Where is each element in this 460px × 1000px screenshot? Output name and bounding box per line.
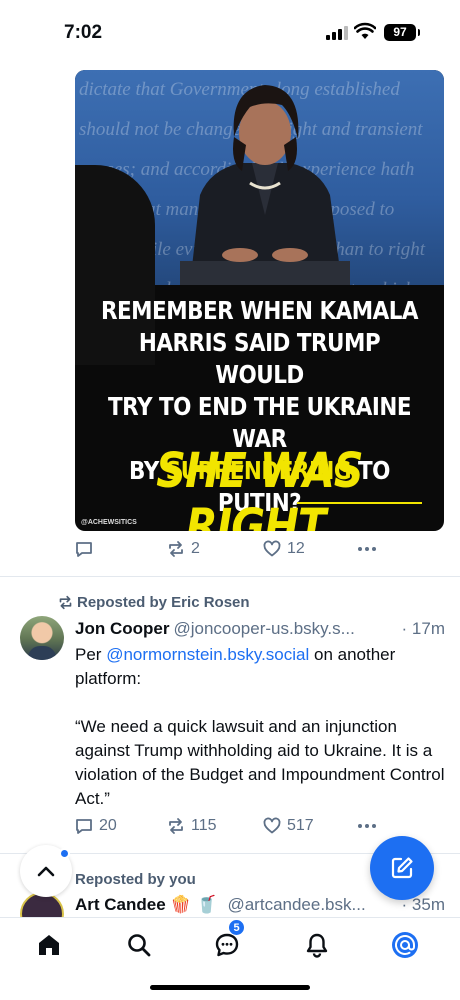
punchline-underline: [297, 502, 422, 504]
reply-button[interactable]: 20: [75, 817, 117, 835]
repost-label: Reposted by Eric Rosen: [77, 594, 250, 611]
compose-button[interactable]: [370, 836, 434, 900]
reply-icon: [76, 542, 92, 557]
like-button[interactable]: 517: [263, 817, 314, 835]
image-punchline: SHE WAS RIGHT.: [156, 443, 363, 531]
more-dots-icon: [358, 824, 376, 828]
compose-icon: [391, 857, 413, 879]
repost-indicator[interactable]: Reposted by you: [75, 871, 196, 888]
author-name[interactable]: Jon Cooper: [75, 619, 169, 638]
repost-indicator[interactable]: Reposted by Eric Rosen: [58, 594, 250, 611]
search-icon: [128, 934, 151, 957]
like-count: 517: [287, 817, 314, 834]
repost-label: Reposted by you: [75, 871, 196, 888]
repost-icon: [59, 595, 72, 610]
heart-icon: [263, 817, 281, 834]
post-time: · 17m: [401, 619, 445, 638]
post-image[interactable]: dictate that Governments long establishe…: [75, 70, 444, 531]
repost-icon: [169, 818, 183, 834]
reply-icon: [76, 819, 92, 834]
tab-search[interactable]: [122, 928, 156, 962]
home-indicator: [150, 985, 310, 990]
new-posts-dot: [59, 848, 70, 859]
avatar[interactable]: [20, 616, 64, 660]
tab-home[interactable]: [32, 928, 66, 962]
post-header: Jon Cooper @joncooper-us.bsky.s... · 17m: [75, 619, 445, 639]
speaker-figure: [180, 85, 350, 285]
cellular-signal-icon: [326, 26, 348, 40]
more-options-button[interactable]: [357, 540, 377, 558]
feed-divider: [0, 576, 460, 577]
tab-notifications[interactable]: [300, 928, 334, 962]
chevron-up-icon: [37, 866, 55, 877]
heart-icon: [263, 540, 281, 557]
post-header: Art Candee 🍿 🥤 @artcandee.bsk... · 35m: [75, 895, 445, 915]
post-actions: 20 115 517: [75, 817, 377, 841]
image-credit: @ACHEWSITICS: [81, 519, 137, 526]
repost-button[interactable]: 2: [167, 540, 200, 558]
repost-icon: [169, 541, 183, 557]
like-button[interactable]: 12: [263, 540, 305, 558]
author-handle[interactable]: @artcandee.bsk...: [227, 895, 365, 914]
reply-button[interactable]: [75, 540, 93, 558]
status-bar: 7:02 97: [0, 0, 460, 62]
post-actions: 2 12: [75, 540, 377, 564]
notifications-badge: 5: [228, 919, 245, 936]
more-dots-icon: [358, 547, 376, 551]
status-time: 7:02: [64, 22, 103, 43]
author-name[interactable]: Art Candee 🍿 🥤: [75, 895, 217, 914]
repost-count: 2: [191, 540, 200, 557]
author-handle[interactable]: @joncooper-us.bsky.s...: [173, 619, 354, 638]
mention-link[interactable]: @normornstein.bsky.social: [106, 645, 309, 664]
like-count: 12: [287, 540, 305, 557]
more-options-button[interactable]: [357, 817, 377, 835]
battery-indicator: 97: [384, 24, 420, 41]
wifi-icon: [354, 22, 376, 39]
tab-profile[interactable]: [388, 928, 422, 962]
home-icon: [39, 935, 59, 955]
post-quote: “We need a quick lawsuit and an injuncti…: [75, 717, 445, 808]
reply-count: 20: [99, 817, 117, 834]
bell-icon: [306, 933, 328, 958]
profile-avatar-icon: [392, 932, 418, 958]
repost-count: 115: [191, 817, 217, 834]
repost-button[interactable]: 115: [167, 817, 217, 835]
post-text: Per @normornstein.bsky.social on another…: [75, 643, 447, 835]
